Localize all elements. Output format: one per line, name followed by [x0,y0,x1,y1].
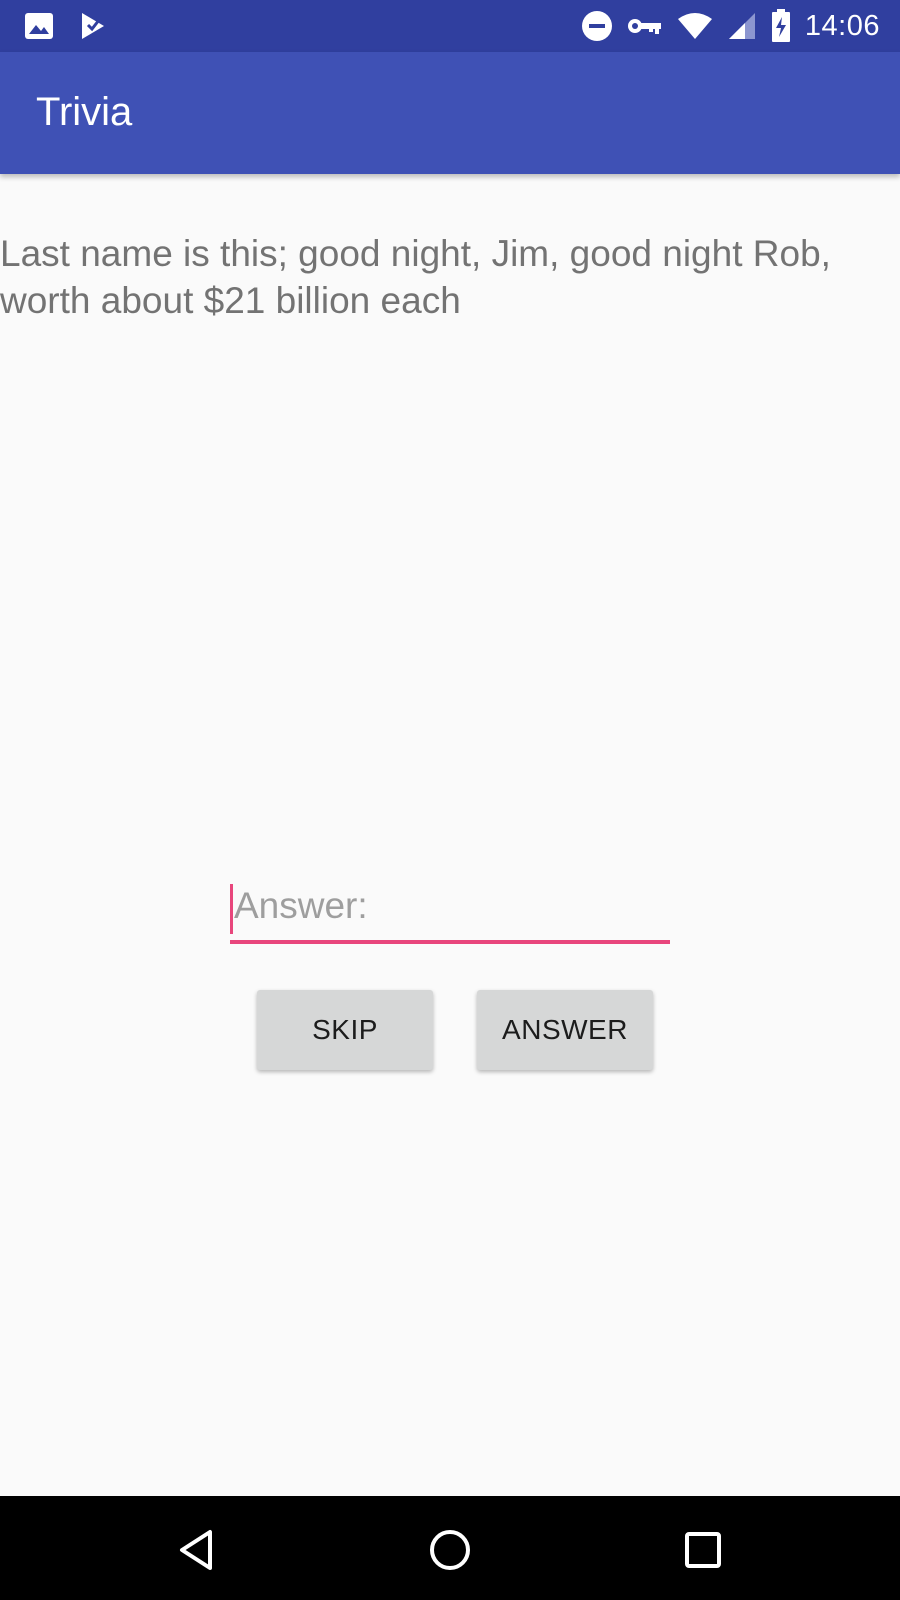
do-not-disturb-icon [581,10,613,42]
skip-button[interactable]: SKIP [257,990,433,1070]
app-bar: Trivia [0,52,900,174]
text-cursor [230,884,233,934]
home-icon[interactable] [420,1520,480,1580]
app-notification-icon [78,11,108,41]
answer-button[interactable]: ANSWER [477,990,653,1070]
navigation-bar [0,1496,900,1600]
answer-field [230,876,674,946]
status-bar: 14:06 [0,0,900,52]
back-icon[interactable] [168,1520,228,1580]
status-bar-right: 14:06 [581,8,880,44]
image-icon [24,12,54,40]
status-bar-left [24,10,108,42]
status-time: 14:06 [804,9,880,42]
trivia-screen: 14:06 Trivia Last name is this; good nig… [0,0,900,1600]
recents-icon[interactable] [673,1520,733,1580]
answer-underline [230,940,670,944]
question-text: Last name is this; good night, Jim, good… [0,233,831,321]
cell-signal-icon [727,11,757,41]
battery-charging-icon [771,9,791,43]
wifi-icon [677,12,713,40]
app-title: Trivia [36,90,133,134]
vpn-key-icon [627,16,663,36]
answer-input[interactable] [230,876,674,936]
